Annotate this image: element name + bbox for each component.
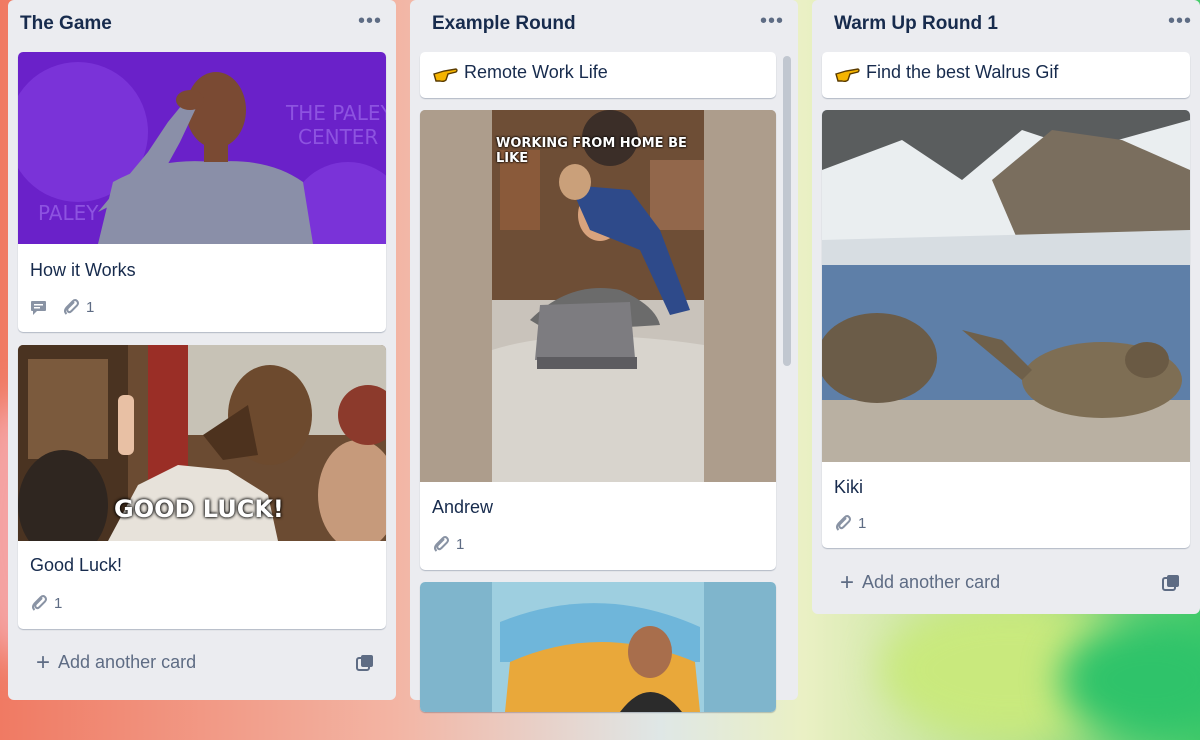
card-template-icon[interactable] [1162,574,1180,592]
pointing-hand-icon [432,62,458,91]
card-title: Andrew [432,497,494,517]
list-header: The Game ••• [8,0,396,50]
card-title: Kiki [834,477,864,497]
attachment-count: 1 [86,298,95,316]
attachment-count: 1 [858,514,867,532]
card-title: Remote Work Life [464,62,608,82]
list-example-round: Example Round ••• Remote Work Life WORKI… [410,0,798,712]
paperclip-icon [64,299,79,315]
card-badges: 1 [432,535,464,553]
list-the-game: The Game ••• THE PALEY CENTER PALEY How … [8,0,396,700]
list-header: Warm Up Round 1 ••• [812,0,1200,50]
attachment-count: 1 [54,594,63,612]
card-badges: 1 [30,594,62,612]
card-badges: 1 [30,298,94,316]
svg-text:CENTER: CENTER [298,125,378,149]
card-cover-image: GOOD LUCK! [18,345,386,541]
card-good-luck[interactable]: GOOD LUCK! Good Luck! 1 [18,345,386,629]
card-cover-image [420,582,776,712]
comment-icon [30,299,48,315]
add-card-label: Add another card [862,572,1001,592]
card-cover-image: WORKING FROM HOME BE LIKE [420,110,776,482]
gif-caption: WORKING FROM HOME BE LIKE [496,136,687,166]
svg-text:PALEY: PALEY [38,201,99,225]
card-cover-image: THE PALEY CENTER PALEY [18,52,386,244]
list-menu-icon[interactable]: ••• [1168,10,1192,33]
add-card-button[interactable]: + Add another card [36,648,197,676]
card-title: Good Luck! [30,555,123,575]
card-andrew[interactable]: WORKING FROM HOME BE LIKE Andrew 1 [420,110,776,570]
list-title[interactable]: The Game [20,13,112,35]
attachment-badge: 1 [62,298,94,316]
list-header: Example Round ••• [410,0,798,50]
card-kiki[interactable]: Kiki 1 [822,110,1190,548]
card-badges: 1 [834,514,866,532]
list-menu-icon[interactable]: ••• [358,10,382,33]
card-title: Find the best Walrus Gif [866,62,1059,82]
attachment-badge: 1 [432,535,464,553]
paperclip-icon [434,536,449,552]
list-warm-up-round-1: Warm Up Round 1 ••• Find the best Walrus… [812,0,1200,614]
attachment-badge: 1 [834,514,866,532]
plus-icon: + [36,648,51,676]
list-menu-icon[interactable]: ••• [760,10,784,33]
paperclip-icon [32,595,47,611]
add-card-button[interactable]: + Add another card [840,568,1001,596]
card-template-icon[interactable] [356,654,374,672]
paperclip-icon [836,515,851,531]
add-card-label: Add another card [58,652,197,672]
gif-caption: GOOD LUCK! [114,495,284,523]
card-title: How it Works [30,260,136,280]
card-find-walrus-gif[interactable]: Find the best Walrus Gif [822,52,1190,98]
attachment-count: 1 [456,535,465,553]
card-partial[interactable] [420,582,776,712]
card-how-it-works[interactable]: THE PALEY CENTER PALEY How it Works 1 [18,52,386,332]
svg-text:THE PALEY: THE PALEY [285,101,386,125]
list-title[interactable]: Example Round [432,13,576,35]
plus-icon: + [840,568,855,596]
card-cover-image [822,110,1190,462]
list-title[interactable]: Warm Up Round 1 [834,13,998,35]
card-remote-work-life[interactable]: Remote Work Life [420,52,776,98]
pointing-hand-icon [834,62,860,91]
attachment-badge: 1 [30,594,62,612]
list-scrollbar[interactable] [783,56,791,366]
